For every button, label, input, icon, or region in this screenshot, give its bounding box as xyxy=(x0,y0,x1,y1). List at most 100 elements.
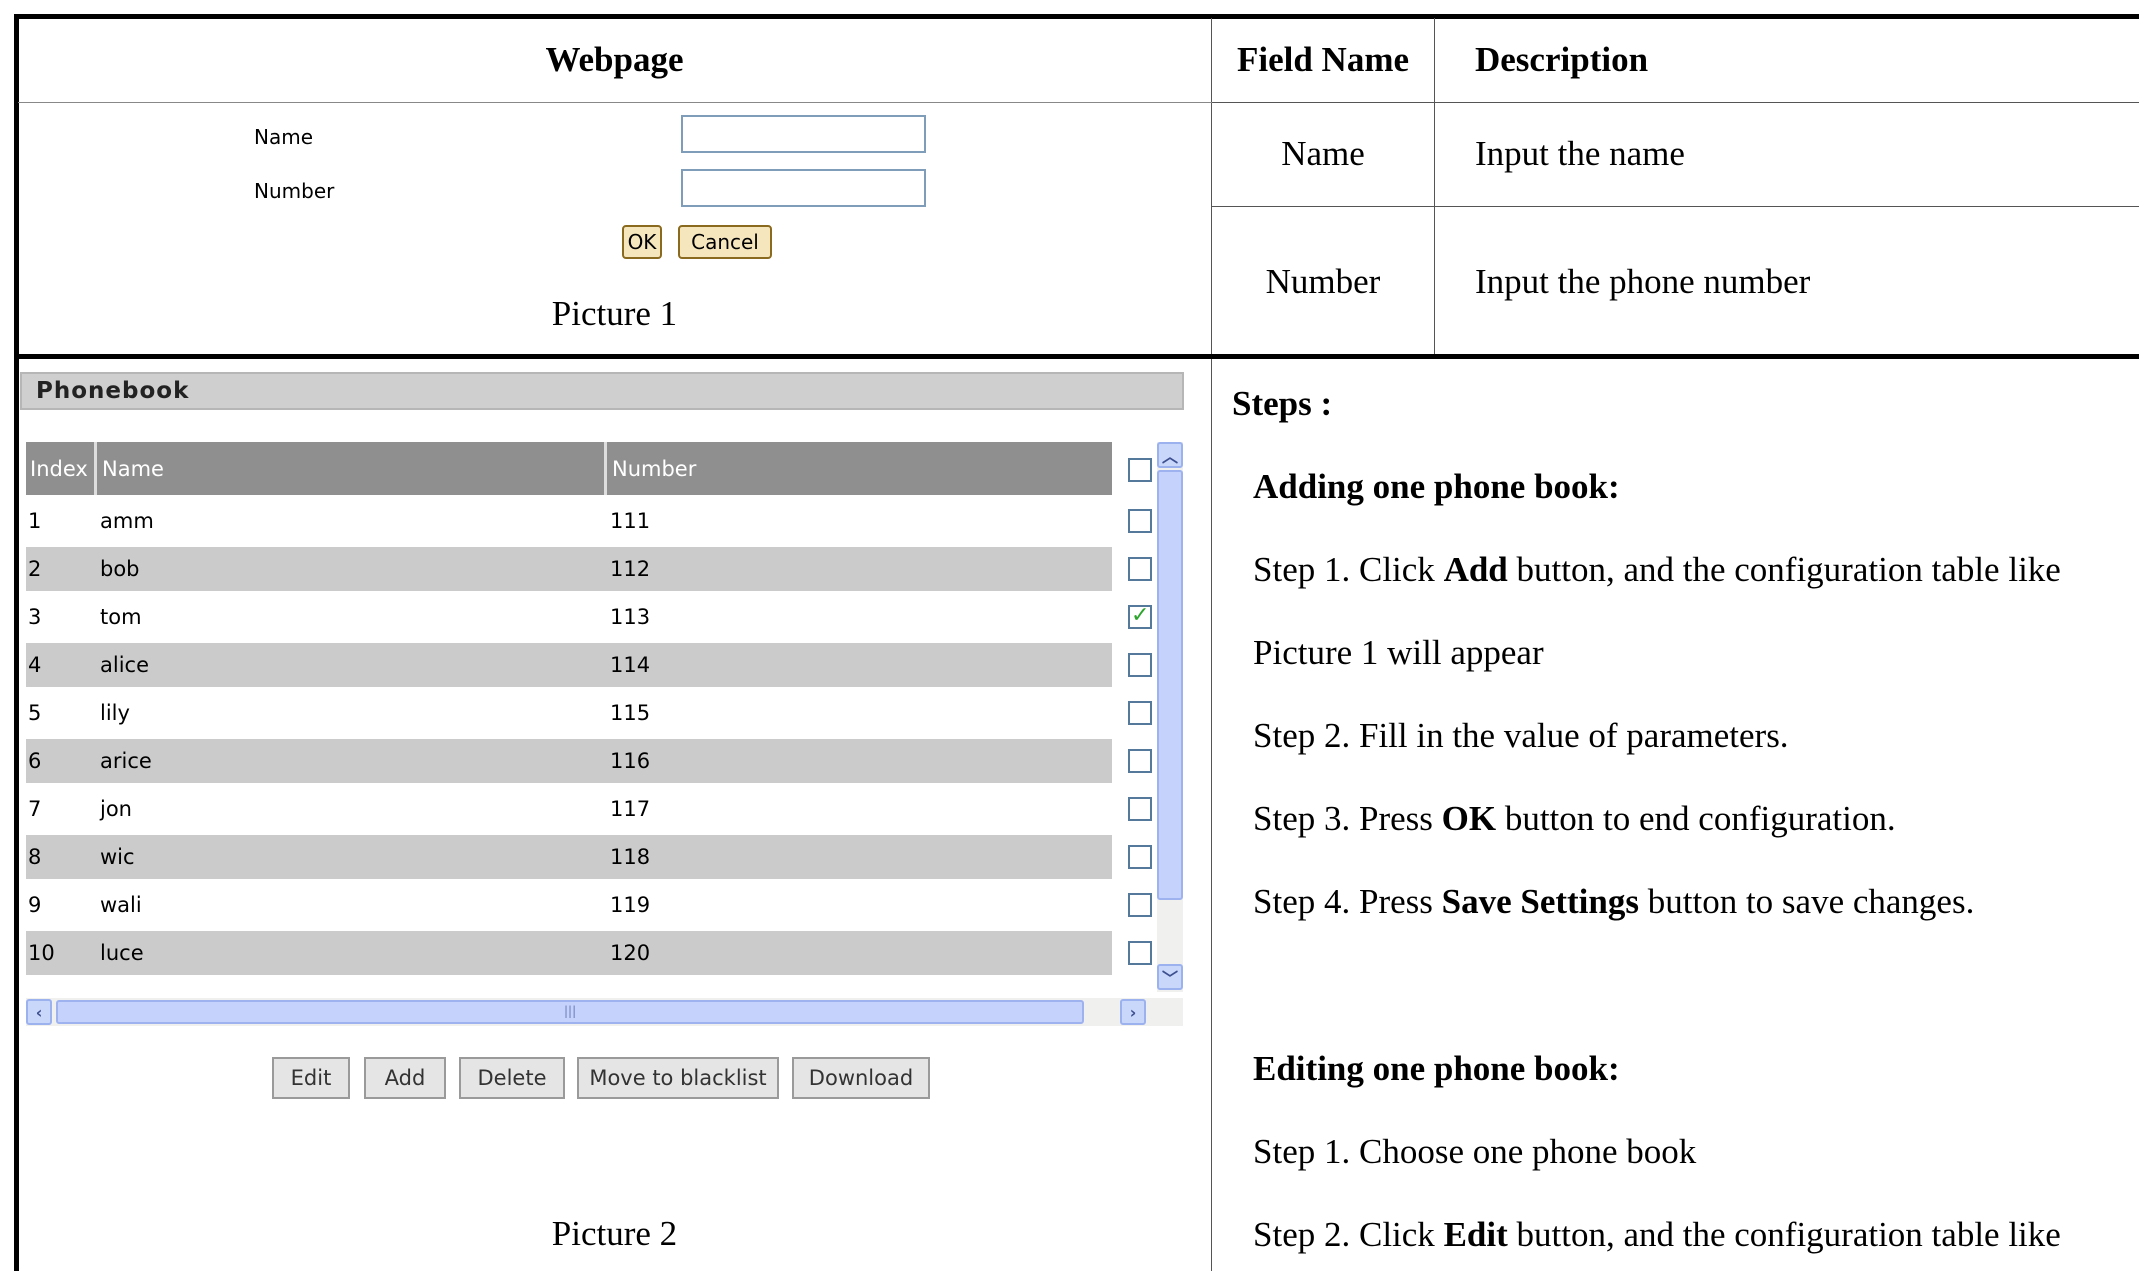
delete-button[interactable]: Delete xyxy=(459,1057,565,1099)
row-checkbox-checked[interactable] xyxy=(1128,603,1152,629)
cell-name: bob xyxy=(100,557,140,581)
row-checkbox[interactable] xyxy=(1128,749,1152,773)
cell-index: 8 xyxy=(28,845,42,869)
row-checkbox[interactable] xyxy=(1128,701,1152,725)
column-header-name: Name xyxy=(102,456,164,481)
cell-name: wali xyxy=(100,893,142,917)
table-row[interactable]: 5 lily 115 xyxy=(26,691,1160,735)
cell-index: 9 xyxy=(28,893,42,917)
header-webpage: Webpage xyxy=(545,40,684,79)
table-row[interactable]: 9 wali 119 xyxy=(26,883,1160,927)
cell-name: amm xyxy=(100,509,154,533)
cell-name: tom xyxy=(100,605,142,629)
header-separator xyxy=(94,442,97,495)
table-row[interactable]: 4 alice 114 xyxy=(26,643,1160,687)
cell-number: 114 xyxy=(610,653,651,677)
move-to-blacklist-button[interactable]: Move to blacklist xyxy=(577,1057,779,1099)
row-checkbox[interactable] xyxy=(1128,557,1152,581)
vertical-scroll-thumb[interactable] xyxy=(1157,470,1183,900)
cell-index: 10 xyxy=(28,941,55,965)
cell-index: 5 xyxy=(28,701,42,725)
header-divider-right xyxy=(1212,102,2139,103)
chevron-down-icon[interactable]: ﹀ xyxy=(1157,964,1183,990)
field-description-name: Input the name xyxy=(1475,134,1685,173)
table-row[interactable]: 1 amm 111 xyxy=(26,499,1160,543)
download-button[interactable]: Download xyxy=(792,1057,930,1099)
chevron-left-icon[interactable]: ‹ xyxy=(26,999,52,1025)
table-row[interactable]: 7 jon 117 xyxy=(26,787,1160,831)
field-name-name: Name xyxy=(1281,134,1365,173)
row-checkbox[interactable] xyxy=(1128,509,1152,533)
table-row[interactable]: 8 wic 118 xyxy=(26,835,1160,879)
steps-title: Steps : xyxy=(1232,384,1333,423)
edit-step-2: Step 2. Click Edit button, and the confi… xyxy=(1253,1215,2061,1254)
cancel-button[interactable]: Cancel xyxy=(678,225,772,259)
chevron-up-icon[interactable]: ︿ xyxy=(1157,442,1183,468)
cell-name: luce xyxy=(100,941,144,965)
row-checkbox[interactable] xyxy=(1128,845,1152,869)
cell-index: 3 xyxy=(28,605,42,629)
add-step-3: Step 3. Press OK button to end configura… xyxy=(1253,799,1896,838)
picture2-caption: Picture 2 xyxy=(551,1214,678,1253)
header-field-name: Field Name xyxy=(1236,40,1410,79)
cell-number: 113 xyxy=(610,605,651,629)
cell-name: arice xyxy=(100,749,152,773)
add-step-1: Step 1. Click Add button, and the config… xyxy=(1253,550,2061,589)
cell-index: 2 xyxy=(28,557,42,581)
add-button[interactable]: Add xyxy=(364,1057,446,1099)
cell-index: 6 xyxy=(28,749,42,773)
table-row[interactable]: 2 bob 112 xyxy=(26,547,1160,591)
column-divider-field xyxy=(1434,18,1435,356)
phonebook-header-row: Index Name Number xyxy=(26,442,1112,495)
header-description: Description xyxy=(1475,40,1649,79)
cell-name: alice xyxy=(100,653,150,677)
cell-number: 112 xyxy=(610,557,651,581)
edit-button[interactable]: Edit xyxy=(272,1057,350,1099)
header-divider xyxy=(18,102,1212,103)
header-separator xyxy=(604,442,607,495)
chevron-right-icon[interactable]: › xyxy=(1120,999,1146,1025)
table-row[interactable]: 10 luce 120 xyxy=(26,931,1160,975)
ok-button[interactable]: OK xyxy=(622,225,662,259)
row-checkbox[interactable] xyxy=(1128,941,1152,965)
field-row-divider xyxy=(1212,206,2139,207)
cell-index: 4 xyxy=(28,653,42,677)
number-input[interactable] xyxy=(681,169,926,207)
cell-number: 118 xyxy=(610,845,651,869)
cell-number: 116 xyxy=(610,749,651,773)
cell-name: wic xyxy=(100,845,135,869)
picture1-caption: Picture 1 xyxy=(551,294,678,333)
row-checkbox[interactable] xyxy=(1128,797,1152,821)
column-header-number: Number xyxy=(612,456,697,481)
edit-step-1: Step 1. Choose one phone book xyxy=(1253,1132,1697,1171)
column-header-index: Index xyxy=(30,456,88,481)
number-label: Number xyxy=(254,179,335,203)
table-left-border xyxy=(14,14,19,1271)
row-checkbox[interactable] xyxy=(1128,893,1152,917)
cell-number: 115 xyxy=(610,701,651,725)
add-step-1-cont: Picture 1 will appear xyxy=(1253,633,1544,672)
adding-heading: Adding one phone book: xyxy=(1253,467,1620,506)
table-row[interactable]: 6 arice 116 xyxy=(26,739,1160,783)
cell-number: 117 xyxy=(610,797,651,821)
add-step-2: Step 2. Fill in the value of parameters. xyxy=(1253,716,1789,755)
select-all-checkbox[interactable] xyxy=(1128,458,1152,482)
cell-number: 111 xyxy=(610,509,651,533)
cell-name: lily xyxy=(100,701,130,725)
add-step-4: Step 4. Press Save Settings button to sa… xyxy=(1253,882,1975,921)
name-input[interactable] xyxy=(681,115,926,153)
cell-name: jon xyxy=(100,797,132,821)
field-name-number: Number xyxy=(1265,262,1381,301)
section-divider xyxy=(14,354,2139,359)
cell-index: 1 xyxy=(28,509,42,533)
cell-number: 119 xyxy=(610,893,651,917)
phonebook-title: Phonebook xyxy=(20,372,1184,410)
cell-number: 120 xyxy=(610,941,651,965)
field-description-number: Input the phone number xyxy=(1475,262,1811,301)
cell-index: 7 xyxy=(28,797,42,821)
table-row[interactable]: 3 tom 113 xyxy=(26,595,1160,639)
name-label: Name xyxy=(254,125,314,149)
row-checkbox[interactable] xyxy=(1128,653,1152,677)
editing-heading: Editing one phone book: xyxy=(1253,1049,1620,1088)
scroll-grip-icon: ||| xyxy=(564,1004,577,1018)
